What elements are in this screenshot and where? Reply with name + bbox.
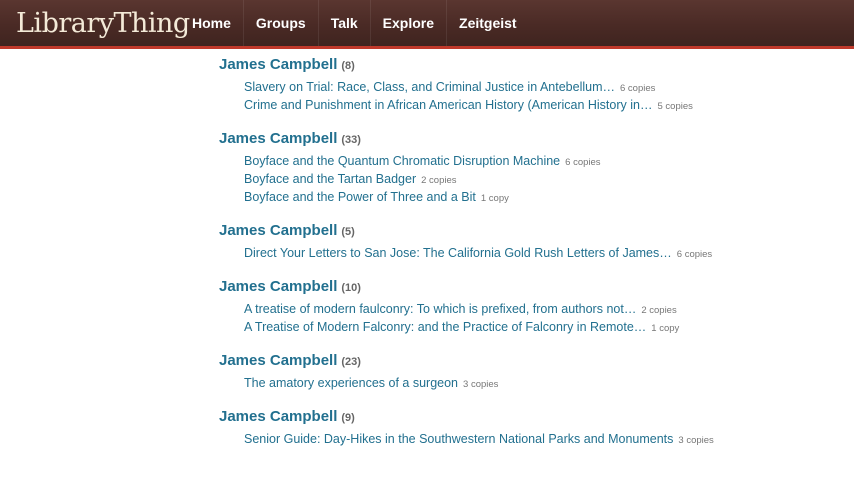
nav-explore[interactable]: Explore [371,0,448,46]
book-title-link[interactable]: Boyface and the Tartan Badger [244,172,416,186]
author-link[interactable]: James Campbell [219,408,337,425]
book-title-link[interactable]: The amatory experiences of a surgeon [244,376,458,390]
book-item: Slavery on Trial: Race, Class, and Crimi… [244,80,839,98]
copies-count: 6 copies [676,249,713,260]
book-title-link[interactable]: Senior Guide: Day-Hikes in the Southwest… [244,432,673,446]
book-list: Direct Your Letters to San Jose: The Cal… [219,246,839,264]
nav-zeitgeist[interactable]: Zeitgeist [447,0,529,46]
book-title-link[interactable]: Direct Your Letters to San Jose: The Cal… [244,246,672,260]
book-item: Boyface and the Power of Three and a Bit… [244,190,839,208]
work-count: (8) [341,60,355,72]
work-count: (5) [341,226,355,238]
book-title-link[interactable]: Boyface and the Quantum Chromatic Disrup… [244,154,560,168]
nav-home[interactable]: Home [180,0,244,46]
book-title-link[interactable]: A treatise of modern faulconry: To which… [244,302,636,316]
author-link[interactable]: James Campbell [219,130,337,147]
author-line: James Campbell (5) [219,222,839,244]
author-link[interactable]: James Campbell [219,352,337,369]
main-nav: Home Groups Talk Explore Zeitgeist [180,0,529,46]
author-link[interactable]: James Campbell [219,56,337,73]
header-accent-line [0,46,854,49]
book-item: Boyface and the Quantum Chromatic Disrup… [244,154,839,172]
author-line: James Campbell (23) [219,352,839,374]
book-item: A treatise of modern faulconry: To which… [244,302,839,320]
book-item: Crime and Punishment in African American… [244,98,839,116]
copies-count: 1 copy [651,323,680,334]
author-group: James Campbell (33) Boyface and the Quan… [219,130,839,208]
copies-count: 2 copies [421,175,457,186]
book-list: Boyface and the Quantum Chromatic Disrup… [219,154,839,208]
work-count: (33) [341,134,361,146]
author-group: James Campbell (10) A treatise of modern… [219,278,839,338]
book-title-link[interactable]: Boyface and the Power of Three and a Bit [244,190,476,204]
book-title-link[interactable]: Slavery on Trial: Race, Class, and Crimi… [244,80,615,94]
book-title-link[interactable]: Crime and Punishment in African American… [244,98,652,112]
site-logo[interactable]: LibraryThing [0,0,190,46]
book-item: The amatory experiences of a surgeon 3 c… [244,376,839,394]
nav-groups[interactable]: Groups [244,0,319,46]
author-results-list: James Campbell (8) Slavery on Trial: Rac… [219,56,839,464]
author-group: James Campbell (8) Slavery on Trial: Rac… [219,56,839,116]
copies-count: 5 copies [657,101,693,112]
author-group: James Campbell (23) The amatory experien… [219,352,839,394]
book-list: Senior Guide: Day-Hikes in the Southwest… [219,432,839,450]
author-group: James Campbell (9) Senior Guide: Day-Hik… [219,408,839,450]
work-count: (9) [341,412,355,424]
nav-talk[interactable]: Talk [319,0,371,46]
book-item: A Treatise of Modern Falconry: and the P… [244,320,839,338]
book-item: Direct Your Letters to San Jose: The Cal… [244,246,839,264]
copies-count: 3 copies [463,379,499,390]
author-line: James Campbell (9) [219,408,839,430]
work-count: (10) [341,282,361,294]
book-list: The amatory experiences of a surgeon 3 c… [219,376,839,394]
book-title-link[interactable]: A Treatise of Modern Falconry: and the P… [244,320,646,334]
author-link[interactable]: James Campbell [219,278,337,295]
author-line: James Campbell (33) [219,130,839,152]
author-group: James Campbell (5) Direct Your Letters t… [219,222,839,264]
top-navigation-bar: LibraryThing Home Groups Talk Explore Ze… [0,0,854,46]
author-line: James Campbell (8) [219,56,839,78]
copies-count: 1 copy [480,193,509,204]
copies-count: 6 copies [565,157,601,168]
copies-count: 3 copies [678,435,714,446]
copies-count: 2 copies [641,305,677,316]
author-line: James Campbell (10) [219,278,839,300]
book-list: Slavery on Trial: Race, Class, and Crimi… [219,80,839,116]
copies-count: 6 copies [619,83,656,94]
work-count: (23) [341,356,361,368]
book-list: A treatise of modern faulconry: To which… [219,302,839,338]
book-item: Boyface and the Tartan Badger 2 copies [244,172,839,190]
author-link[interactable]: James Campbell [219,222,337,239]
book-item: Senior Guide: Day-Hikes in the Southwest… [244,432,839,450]
